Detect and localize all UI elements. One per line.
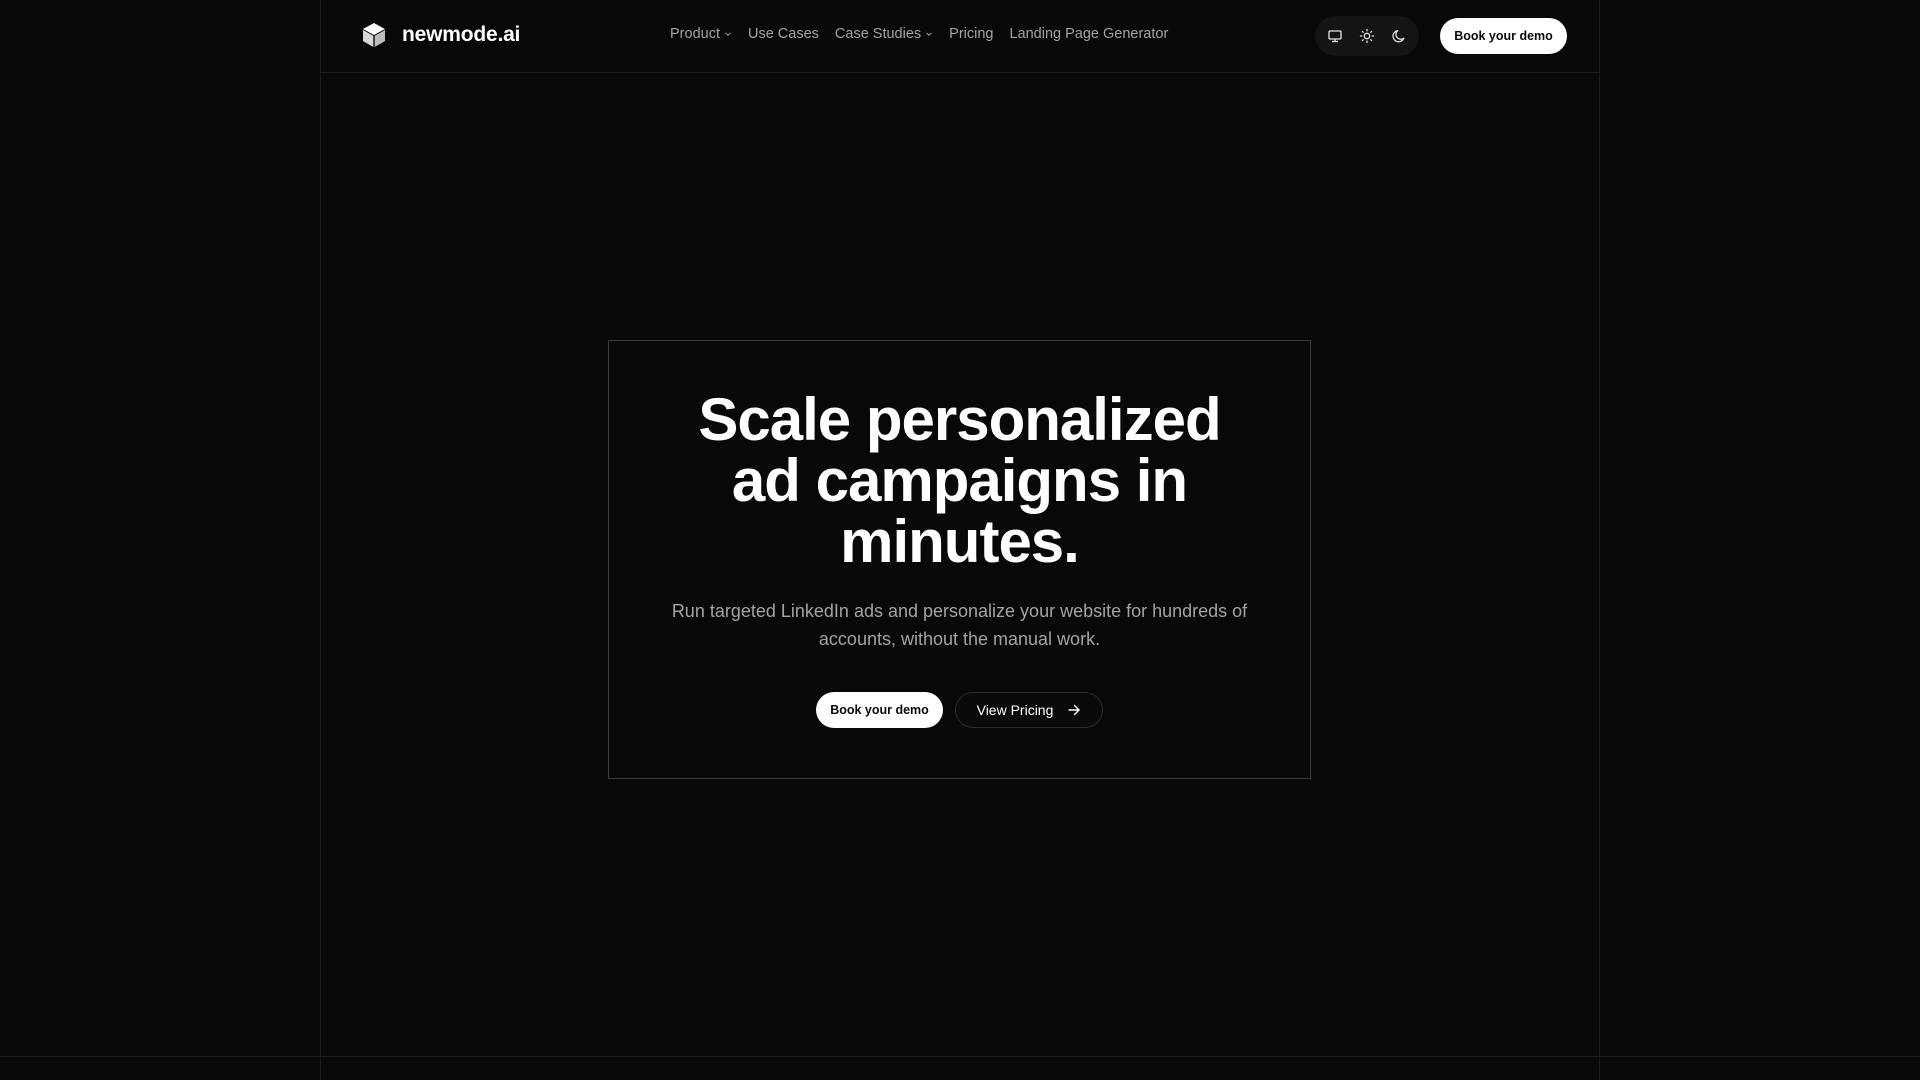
theme-dark-button[interactable] (1385, 22, 1413, 50)
hero-title-line: minutes. (840, 508, 1080, 575)
nav-item-label: Product (670, 26, 720, 42)
hero-title-line: Scale personalized (698, 386, 1221, 453)
hero-card: Scale personalized ad campaigns in minut… (608, 340, 1311, 779)
brand-name: newmode.ai (402, 23, 521, 46)
nav-item-landing-page-generator[interactable]: Landing Page Generator (1009, 26, 1168, 42)
site-header: newmode.ai Product Use Cases Case Studie… (321, 0, 1599, 73)
theme-light-button[interactable] (1353, 22, 1381, 50)
monitor-icon (1328, 30, 1342, 43)
book-demo-hero-button[interactable]: Book your demo (816, 692, 943, 728)
book-demo-header-button[interactable]: Book your demo (1440, 18, 1567, 54)
chevron-down-icon (926, 32, 933, 37)
nav-item-label: Case Studies (834, 26, 922, 42)
nav-item-label: Landing Page Generator (1009, 26, 1169, 42)
hero-title: Scale personalized ad campaigns in minut… (609, 389, 1310, 572)
frame-line-bottom (0, 1056, 1920, 1057)
chevron-down-icon (725, 32, 731, 37)
theme-switcher (1315, 16, 1419, 56)
hero-title-line: ad campaigns in (731, 447, 1188, 514)
nav-item-use-cases[interactable]: Use Cases (748, 26, 819, 42)
view-pricing-button[interactable]: View Pricing (955, 692, 1103, 728)
sun-icon (1359, 28, 1375, 44)
cube-icon (363, 23, 385, 47)
nav-item-case-studies[interactable]: Case Studies (835, 26, 933, 42)
frame-line-right (1599, 0, 1600, 1080)
arrow-right-icon (1068, 704, 1081, 716)
frame-line-left (320, 0, 321, 1080)
nav-item-product[interactable]: Product (670, 26, 732, 42)
page: newmode.ai Product Use Cases Case Studie… (0, 0, 1920, 1080)
nav-item-label: Use Cases (747, 26, 819, 42)
nav-item-pricing[interactable]: Pricing (949, 26, 993, 42)
hero-actions: Book your demo View Pricing (609, 692, 1310, 728)
moon-icon (1392, 29, 1405, 43)
nav-item-label: Pricing (949, 26, 994, 42)
brand-logo-link[interactable]: newmode.ai (361, 22, 520, 48)
view-pricing-label: View Pricing (976, 702, 1054, 718)
hero-subtitle: Run targeted LinkedIn ads and personaliz… (671, 601, 1248, 649)
main-nav: Product Use Cases Case Studies Pricing L… (670, 26, 1168, 42)
theme-system-button[interactable] (1321, 22, 1349, 50)
